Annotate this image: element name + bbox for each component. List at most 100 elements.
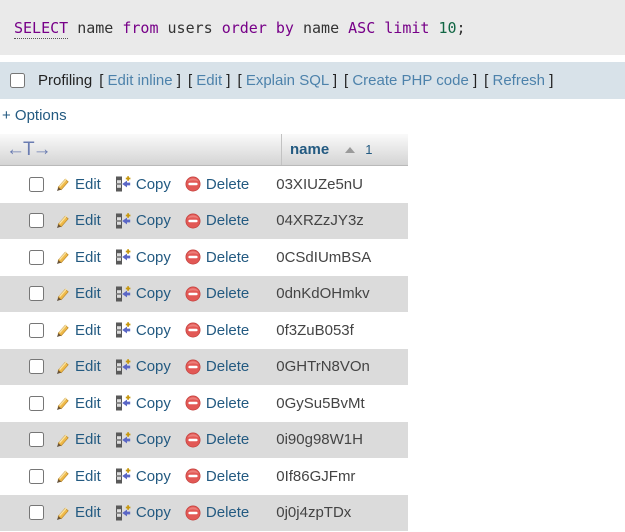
table-row: Edit Copy Delete 0GySu5BvMt — [0, 385, 408, 422]
profiling-action: [ Refresh ] — [484, 72, 554, 89]
copy-insert-icon — [115, 504, 131, 521]
row-value: 03XIUZe5nU — [276, 175, 363, 193]
edit-link[interactable]: Edit — [54, 468, 101, 485]
copy-insert-icon — [115, 395, 131, 411]
copy-label: Copy — [135, 285, 171, 303]
row-checkbox[interactable] — [29, 176, 44, 192]
column-adjust-icon[interactable]: ←T→ — [6, 140, 52, 159]
row-checkbox[interactable] — [29, 286, 44, 302]
profiling-action: [ Edit ] — [187, 72, 231, 89]
copy-label: Copy — [135, 212, 171, 230]
delete-link[interactable]: Delete — [185, 431, 249, 448]
row-value: 0dnKdOHmkv — [276, 285, 370, 303]
delete-link[interactable]: Delete — [185, 468, 249, 485]
row-checkbox[interactable] — [29, 322, 44, 338]
copy-link[interactable]: Copy — [115, 322, 171, 339]
delete-link[interactable]: Delete — [185, 322, 249, 339]
copy-link[interactable]: Copy — [115, 468, 171, 485]
row-checkbox[interactable] — [29, 395, 44, 411]
delete-icon — [185, 249, 201, 265]
pencil-icon — [57, 470, 69, 484]
row-value: 04XRZzJY3z — [276, 212, 364, 230]
copy-link[interactable]: Copy — [115, 358, 171, 375]
delete-link[interactable]: Delete — [185, 358, 249, 375]
copy-link[interactable]: Copy — [115, 431, 171, 448]
sql-token: ; — [456, 19, 466, 37]
edit-label: Edit — [75, 175, 101, 193]
pencil-icon — [57, 361, 69, 374]
delete-label: Delete — [205, 467, 250, 485]
edit-link[interactable]: Edit — [54, 249, 101, 266]
copy-link[interactable]: Copy — [115, 504, 171, 521]
copy-insert-icon — [115, 431, 131, 448]
table-row: Edit Copy Delete 0If86GJFmr — [0, 458, 408, 495]
edit-link[interactable]: Edit — [54, 358, 101, 375]
delete-link[interactable]: Delete — [185, 212, 249, 229]
edit-link[interactable]: Edit — [54, 212, 101, 229]
delete-icon — [185, 286, 201, 302]
copy-label: Copy — [135, 431, 171, 449]
delete-label: Delete — [205, 212, 250, 230]
delete-label: Delete — [205, 358, 250, 376]
copy-link[interactable]: Copy — [115, 176, 171, 193]
copy-link[interactable]: Copy — [115, 395, 171, 412]
profiling-label: Profiling — [38, 72, 93, 89]
edit-link[interactable]: Edit — [54, 322, 101, 339]
profiling-link[interactable]: Edit — [196, 72, 222, 89]
delete-label: Delete — [205, 175, 250, 193]
delete-link[interactable]: Delete — [185, 285, 249, 302]
row-checkbox[interactable] — [29, 359, 44, 375]
profiling-checkbox[interactable] — [10, 73, 25, 88]
delete-icon — [185, 213, 201, 229]
row-checkbox[interactable] — [29, 213, 44, 229]
sql-token: name — [303, 19, 340, 37]
pencil-icon — [57, 178, 69, 192]
sql-token: by — [275, 19, 294, 37]
delete-label: Delete — [205, 248, 250, 266]
pencil-icon — [57, 324, 69, 338]
profiling-link[interactable]: Refresh — [493, 72, 546, 89]
delete-link[interactable]: Delete — [185, 176, 249, 193]
row-checkbox[interactable] — [29, 249, 44, 265]
table-row: Edit Copy Delete 03XIUZe5nU — [0, 166, 408, 203]
row-value: 0j0j4zpTDx — [276, 504, 352, 522]
table-row: Edit Copy Delete 0j0j4zpTDx — [0, 494, 408, 531]
delete-icon — [185, 176, 201, 192]
profiling-link[interactable]: Explain SQL — [246, 72, 329, 89]
row-checkbox[interactable] — [29, 432, 44, 448]
results-table: ←T→ name 1 Edit Copy Delete 03XIUZe5nU E… — [0, 134, 408, 531]
copy-label: Copy — [135, 175, 171, 193]
copy-link[interactable]: Copy — [115, 212, 171, 229]
delete-link[interactable]: Delete — [185, 395, 249, 412]
delete-link[interactable]: Delete — [185, 504, 249, 521]
profiling-action: [ Edit inline ] — [99, 72, 181, 89]
row-checkbox[interactable] — [29, 468, 44, 484]
edit-link[interactable]: Edit — [54, 431, 101, 448]
copy-link[interactable]: Copy — [115, 285, 171, 302]
edit-link[interactable]: Edit — [54, 176, 101, 193]
options-toggle[interactable]: + Options — [2, 107, 67, 124]
table-row: Edit Copy Delete 0GHTrN8VOn — [0, 348, 408, 385]
sql-token: from — [122, 19, 159, 37]
edit-link[interactable]: Edit — [54, 285, 101, 302]
delete-link[interactable]: Delete — [185, 249, 249, 266]
copy-label: Copy — [135, 321, 171, 339]
profiling-link[interactable]: Create PHP code — [352, 72, 468, 89]
edit-link[interactable]: Edit — [54, 504, 101, 521]
copy-link[interactable]: Copy — [115, 249, 171, 266]
profiling-link[interactable]: Edit inline — [108, 72, 173, 89]
sql-query-box: SELECT name from users order by name ASC… — [0, 0, 625, 55]
edit-label: Edit — [75, 467, 101, 485]
table-body: Edit Copy Delete 03XIUZe5nU Edit Copy De… — [0, 166, 408, 531]
edit-link[interactable]: Edit — [54, 395, 101, 412]
table-row: Edit Copy Delete 0i90g98W1H — [0, 421, 408, 458]
pencil-icon — [57, 288, 69, 301]
edit-label: Edit — [75, 321, 101, 339]
sort-asc-icon[interactable] — [345, 146, 356, 153]
row-checkbox[interactable] — [29, 505, 44, 521]
column-header-name[interactable]: name — [290, 141, 329, 158]
delete-icon — [185, 468, 201, 484]
profiling-action: [ Explain SQL ] — [237, 72, 337, 89]
